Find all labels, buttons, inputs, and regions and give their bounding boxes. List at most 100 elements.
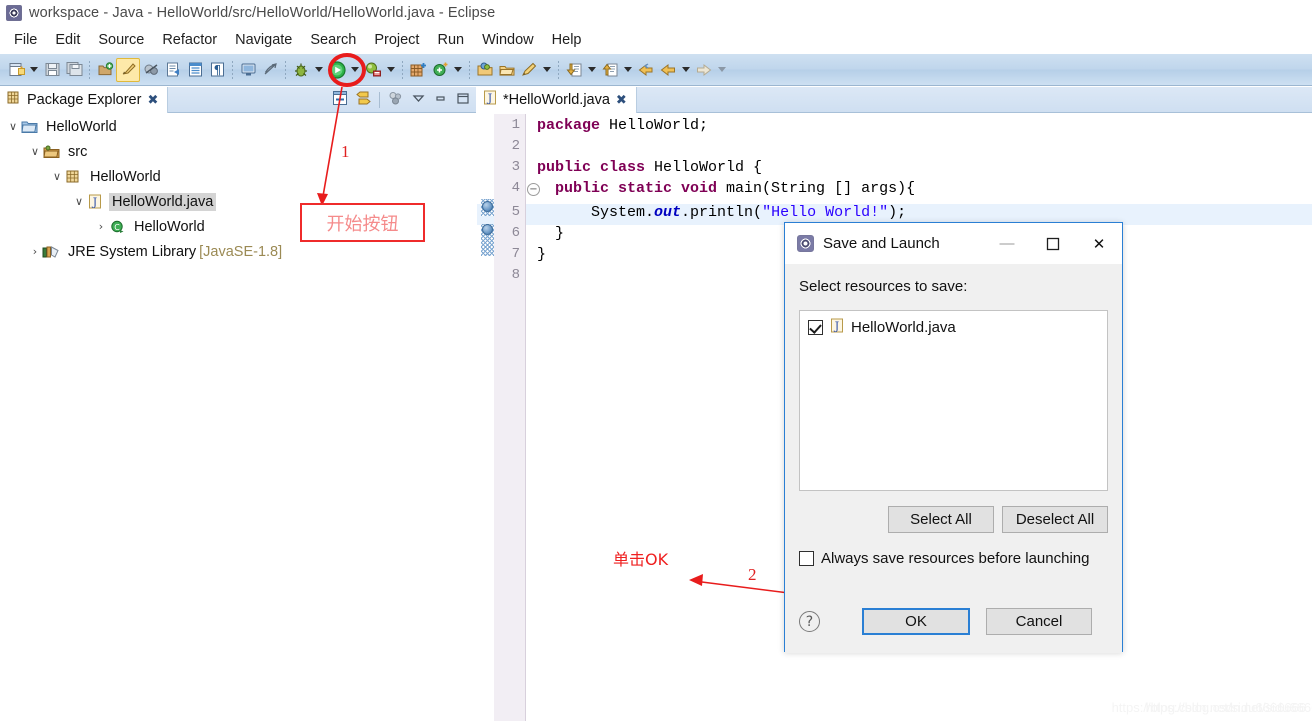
run-button-callout-text: 开始按钮 (326, 213, 399, 235)
close-icon[interactable]: ✕ (1076, 223, 1122, 264)
forward-dropdown[interactable] (715, 58, 729, 82)
close-icon[interactable]: ✖ (616, 93, 627, 108)
open-type-icon[interactable] (184, 58, 206, 82)
tree-row-helloworld-package[interactable]: ∨ HelloWorld (0, 164, 476, 189)
next-dropdown[interactable] (621, 58, 635, 82)
view-toolbar (332, 87, 470, 113)
tree-row-helloworld-project[interactable]: ∨ HelloWorld (0, 114, 476, 139)
line-number: 1 (511, 117, 520, 133)
menu-run[interactable]: Run (428, 30, 473, 50)
minimize-view-icon[interactable] (433, 91, 448, 110)
back-icon[interactable] (635, 58, 657, 82)
line-number: 2 (511, 138, 520, 154)
always-save-checkbox[interactable] (799, 551, 814, 566)
new-java-console-icon[interactable] (237, 58, 259, 82)
new-class-dropdown[interactable] (451, 58, 465, 82)
resource-list[interactable]: J HelloWorld.java (799, 310, 1108, 491)
tab-package-explorer[interactable]: Package Explorer ✖ (0, 87, 169, 113)
tree-row-src[interactable]: ∨ src (0, 139, 476, 164)
new-wizard-dropdown[interactable] (27, 58, 41, 82)
menu-search[interactable]: Search (301, 30, 365, 50)
focus-on-active-task-icon[interactable] (387, 90, 404, 111)
editor-tab-label: *HelloWorld.java (503, 92, 610, 108)
separator (558, 60, 559, 79)
open-task-icon[interactable] (162, 58, 184, 82)
menu-project[interactable]: Project (365, 30, 428, 50)
menu-edit[interactable]: Edit (46, 30, 89, 50)
forward-icon[interactable] (693, 58, 715, 82)
run-dropdown[interactable] (348, 58, 362, 82)
resource-list-item[interactable]: J HelloWorld.java (808, 318, 1099, 337)
new-java-project-icon[interactable] (407, 58, 429, 82)
menu-source[interactable]: Source (89, 30, 153, 50)
back-dropdown[interactable] (679, 58, 693, 82)
new-class-icon[interactable] (429, 58, 451, 82)
open-folder-icon[interactable] (496, 58, 518, 82)
line-number-gutter: 1 2 3 4 5 6 7 8 (494, 114, 526, 721)
tree-label: HelloWorld.java (109, 192, 217, 211)
previous-annotation-icon[interactable] (563, 58, 585, 82)
close-icon[interactable]: ✖ (147, 93, 158, 108)
help-icon[interactable]: ? (799, 611, 820, 632)
back-history-icon[interactable] (657, 58, 679, 82)
twisty-icon[interactable]: ∨ (6, 120, 20, 133)
debug-dropdown[interactable] (312, 58, 326, 82)
maximize-view-icon[interactable] (455, 91, 470, 110)
twisty-icon[interactable]: ∨ (72, 195, 86, 208)
jre-library-icon (42, 244, 60, 260)
twisty-icon[interactable]: › (28, 245, 42, 258)
previous-dropdown[interactable] (585, 58, 599, 82)
twisty-icon[interactable]: ∨ (28, 145, 42, 158)
show-whitespace-icon[interactable]: ¶ (206, 58, 228, 82)
menu-window[interactable]: Window (473, 30, 543, 50)
tab-helloworld-java[interactable]: J *HelloWorld.java ✖ (477, 87, 637, 113)
external-tools-dropdown[interactable] (384, 58, 398, 82)
divider (379, 92, 380, 108)
menu-file[interactable]: File (5, 30, 46, 50)
toggle-mark-occurrences-icon[interactable] (116, 57, 140, 82)
package-icon (64, 169, 82, 185)
watermark: https://blog.csdn.net/sidu6666666 https:… (1112, 700, 1312, 715)
minimize-icon[interactable]: — (984, 223, 1030, 264)
open-package-icon[interactable] (474, 58, 496, 82)
toggle-breadcrumb-icon[interactable] (259, 58, 281, 82)
select-buttons-row: Select All Deselect All (799, 506, 1108, 533)
resource-checkbox[interactable] (808, 320, 823, 335)
menu-help[interactable]: Help (543, 30, 591, 50)
annotate-dropdown[interactable] (540, 58, 554, 82)
tree-row-jre-system-library[interactable]: › JRE System Library [JavaSE-1.8] (0, 239, 476, 264)
new-wizard-icon[interactable] (5, 58, 27, 82)
menu-refactor[interactable]: Refactor (153, 30, 226, 50)
deselect-all-button[interactable]: Deselect All (1002, 506, 1108, 533)
link-with-editor-icon[interactable] (355, 90, 372, 111)
cancel-button[interactable]: Cancel (986, 608, 1092, 635)
code-line-4: public static void main(String [] args){ (555, 180, 916, 197)
external-tools-icon[interactable] (362, 58, 384, 82)
select-all-button[interactable]: Select All (888, 506, 994, 533)
twisty-icon[interactable]: › (94, 220, 108, 233)
view-menu-icon[interactable] (411, 91, 426, 110)
next-annotation-icon[interactable] (599, 58, 621, 82)
ok-button[interactable]: OK (862, 608, 970, 635)
always-save-label: Always save resources before launching (821, 550, 1090, 567)
separator (89, 60, 90, 79)
separator (469, 60, 470, 79)
annotate-icon[interactable] (518, 58, 540, 82)
skip-breakpoints-icon[interactable] (140, 58, 162, 82)
line-number: 5 (511, 204, 520, 220)
maximize-icon[interactable] (1030, 223, 1076, 264)
debug-icon[interactable] (290, 58, 312, 82)
editor-tabstrip: J *HelloWorld.java ✖ (477, 87, 1312, 113)
new-java-package-icon[interactable] (94, 58, 116, 82)
run-icon[interactable] (326, 58, 348, 82)
resource-label: HelloWorld.java (851, 319, 956, 336)
save-all-icon[interactable] (63, 58, 85, 82)
collapse-all-icon[interactable] (332, 90, 348, 111)
package-explorer-icon (6, 90, 21, 110)
always-save-row[interactable]: Always save resources before launching (799, 550, 1108, 567)
save-icon[interactable] (41, 58, 63, 82)
twisty-icon[interactable]: ∨ (50, 170, 64, 183)
menu-navigate[interactable]: Navigate (226, 30, 301, 50)
ok-button-callout-text: 单击OK (613, 550, 669, 569)
svg-text:C: C (114, 223, 120, 232)
